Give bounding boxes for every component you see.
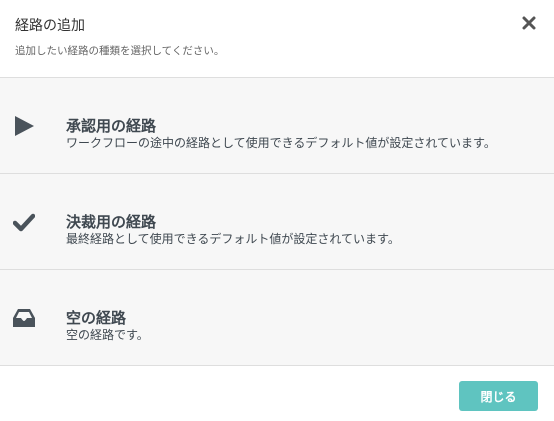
dialog-subtitle: 追加したい経路の種類を選択してください。 (15, 45, 225, 57)
option-description: ワークフローの途中の経路として使用できるデフォルト値が設定されています。 (66, 136, 496, 150)
dialog-footer: 閉じる (0, 366, 554, 421)
option-title: 決裁用の経路 (66, 213, 157, 231)
option-title: 空の経路 (66, 309, 127, 327)
option-description: 最終経路として使用できるデフォルト値が設定されています。 (66, 232, 400, 246)
dialog-title: 経路の追加 (15, 18, 85, 34)
close-button[interactable]: 閉じる (459, 381, 538, 411)
inbox-tray-icon (12, 270, 36, 365)
option-title: 承認用の経路 (66, 117, 157, 135)
option-description: 空の経路です。 (66, 328, 149, 342)
play-triangle-icon (12, 78, 36, 173)
option-empty-route[interactable]: 空の経路 空の経路です。 (0, 270, 554, 366)
close-icon[interactable] (520, 14, 538, 32)
checkmark-icon (12, 174, 36, 269)
dialog-header: 経路の追加 追加したい経路の種類を選択してください。 (0, 0, 554, 78)
option-approval-route[interactable]: 承認用の経路 ワークフローの途中の経路として使用できるデフォルト値が設定されてい… (0, 78, 554, 174)
add-route-dialog: 経路の追加 追加したい経路の種類を選択してください。 承認用の経路 ワークフロー… (0, 0, 554, 421)
option-decision-route[interactable]: 決裁用の経路 最終経路として使用できるデフォルト値が設定されています。 (0, 174, 554, 270)
